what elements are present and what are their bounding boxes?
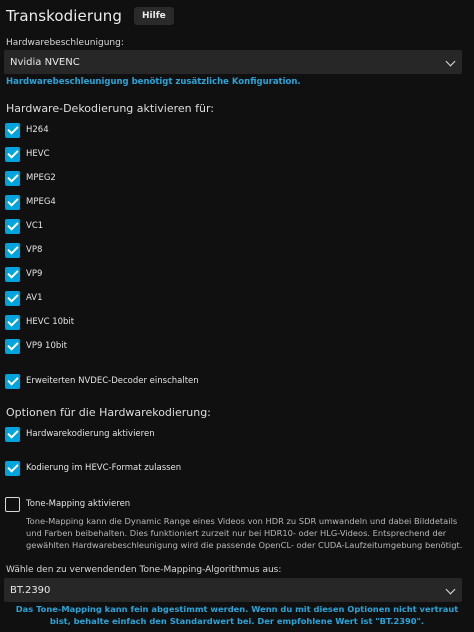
decode-hevc10-checkbox[interactable]: HEVC 10bit <box>5 314 74 330</box>
chevron-down-icon <box>445 584 456 595</box>
decode-av1-checkbox[interactable]: AV1 <box>5 290 43 306</box>
hevc-encoding-checkbox[interactable]: Kodierung im HEVC-Format zulassen <box>5 460 181 476</box>
tone-mapping-algorithm-hint: Das Tone-Mapping kann fein abgestimmt we… <box>15 604 459 626</box>
tone-mapping-description: Tone-Mapping kann die Dynamic Range eine… <box>26 516 463 550</box>
hw-accel-label: Hardwarebeschleunigung: <box>6 38 124 48</box>
hw-accel-select[interactable]: Nvidia NVENC <box>4 50 462 74</box>
checkbox-checked-icon[interactable] <box>5 314 20 330</box>
decode-hevc-checkbox[interactable]: HEVC <box>5 146 50 162</box>
encoding-section-title: Optionen für die Hardwarekodierung: <box>6 406 211 419</box>
checkbox-checked-icon[interactable] <box>5 146 20 162</box>
checkbox-label: VP9 <box>26 269 43 279</box>
page-header: Transkodierung Hilfe <box>6 6 174 26</box>
checkbox-checked-icon[interactable] <box>5 122 20 138</box>
decode-mpeg2-checkbox[interactable]: MPEG2 <box>5 170 56 186</box>
checkbox-label: VP9 10bit <box>26 341 67 351</box>
nvdec-decoder-checkbox[interactable]: Erweiterten NVDEC-Decoder einschalten <box>5 373 199 389</box>
checkbox-checked-icon[interactable] <box>5 373 20 389</box>
tone-mapping-algorithm-value: BT.2390 <box>10 584 51 596</box>
checkbox-label: H264 <box>26 125 49 135</box>
checkbox-checked-icon[interactable] <box>5 242 20 258</box>
checkbox-label: VC1 <box>26 221 44 231</box>
decoding-section-title: Hardware-Dekodierung aktivieren für: <box>6 102 214 115</box>
checkbox-checked-icon[interactable] <box>5 266 20 282</box>
hw-accel-value: Nvidia NVENC <box>10 56 80 68</box>
decode-vp9-checkbox[interactable]: VP9 <box>5 266 42 282</box>
checkbox-checked-icon[interactable] <box>5 426 20 442</box>
help-button[interactable]: Hilfe <box>134 7 174 25</box>
checkbox-checked-icon[interactable] <box>5 290 20 306</box>
hw-encoding-checkbox[interactable]: Hardwarekodierung aktivieren <box>5 426 155 442</box>
hw-accel-hint: Hardwarebeschleunigung benötigt zusätzli… <box>6 77 301 87</box>
checkbox-label: MPEG2 <box>26 173 56 183</box>
checkbox-label: MPEG4 <box>26 197 56 207</box>
decode-mpeg4-checkbox[interactable]: MPEG4 <box>5 194 56 210</box>
checkbox-label: VP8 <box>26 245 43 255</box>
decode-vp8-checkbox[interactable]: VP8 <box>5 242 42 258</box>
checkbox-label: Tone-Mapping aktivieren <box>26 499 131 509</box>
checkbox-checked-icon[interactable] <box>5 170 20 186</box>
checkbox-label: HEVC <box>26 149 50 159</box>
checkbox-checked-icon[interactable] <box>5 194 20 210</box>
decode-vc1-checkbox[interactable]: VC1 <box>5 218 43 234</box>
page-title: Transkodierung <box>6 7 122 25</box>
checkbox-label: AV1 <box>26 293 43 303</box>
checkbox-label: Kodierung im HEVC-Format zulassen <box>26 463 182 473</box>
tone-mapping-algorithm-label: Wähle den zu verwendenden Tone-Mapping-A… <box>6 565 282 575</box>
decode-vp910-checkbox[interactable]: VP9 10bit <box>5 338 67 354</box>
tone-mapping-checkbox[interactable]: Tone-Mapping aktivieren <box>5 496 130 512</box>
checkbox-checked-icon[interactable] <box>5 338 20 354</box>
checkbox-checked-icon[interactable] <box>5 460 20 476</box>
checkbox-label: Hardwarekodierung aktivieren <box>26 429 155 439</box>
decode-h264-checkbox[interactable]: H264 <box>5 122 49 138</box>
tone-mapping-algorithm-select[interactable]: BT.2390 <box>4 578 462 602</box>
chevron-down-icon <box>445 56 456 67</box>
checkbox-unchecked-icon[interactable] <box>5 496 20 512</box>
checkbox-label: Erweiterten NVDEC-Decoder einschalten <box>26 376 199 386</box>
checkbox-label: HEVC 10bit <box>26 317 75 327</box>
checkbox-checked-icon[interactable] <box>5 218 20 234</box>
